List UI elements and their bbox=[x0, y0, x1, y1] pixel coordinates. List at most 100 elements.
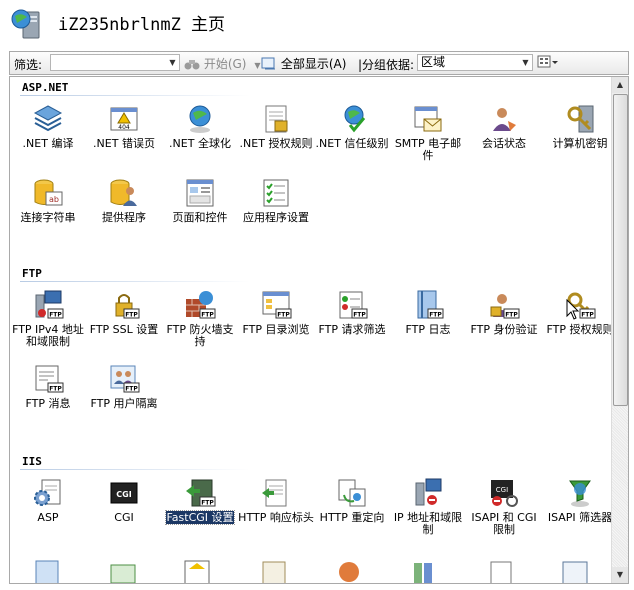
mouse-cursor-icon bbox=[566, 299, 580, 320]
feature-tile-ftp-logging[interactable]: FTP FTP 日志 bbox=[390, 289, 466, 359]
partial-row-icon bbox=[414, 563, 432, 583]
scrollbar-track[interactable] bbox=[612, 407, 628, 567]
section-divider bbox=[20, 281, 250, 282]
feature-tile-ftp-firewall[interactable]: FTP FTP 防火墙支持 bbox=[162, 289, 238, 359]
feature-label: 会话状态 bbox=[466, 138, 542, 150]
feature-tile-dotnet-authorization-rules[interactable]: .NET 授权规则 bbox=[238, 103, 314, 173]
feature-tile-ftp-authentication[interactable]: FTP FTP 身份验证 bbox=[466, 289, 542, 359]
svg-text:CGI: CGI bbox=[116, 490, 131, 499]
section-title-iis: IIS bbox=[22, 455, 42, 468]
feature-label-text: ISAPI 筛选器 bbox=[547, 511, 613, 524]
feature-label: .NET 错误页 bbox=[86, 138, 162, 150]
ftp-authentication-icon: FTP bbox=[490, 294, 520, 319]
feature-tile-smtp-email[interactable]: SMTP 电子邮件 bbox=[390, 103, 466, 173]
feature-tile-cgi[interactable]: CGI CGI bbox=[86, 477, 162, 547]
feature-tile-application-settings[interactable]: 应用程序设置 bbox=[238, 177, 314, 247]
application-settings-icon bbox=[263, 179, 289, 207]
feature-label: .NET 授权规则 bbox=[238, 138, 314, 150]
feature-tile-dotnet-trust-levels[interactable]: .NET 信任级别 bbox=[314, 103, 390, 173]
svg-text:FTP: FTP bbox=[201, 312, 214, 319]
feature-label: ISAPI 筛选器 bbox=[542, 512, 618, 524]
feature-label: .NET 信任级别 bbox=[314, 138, 390, 150]
partial-row-icon bbox=[490, 561, 512, 583]
feature-label-text: HTTP 响应标头 bbox=[238, 511, 314, 524]
feature-label-text: .NET 全球化 bbox=[169, 137, 231, 150]
feature-tile-http-response-headers[interactable]: HTTP 响应标头 bbox=[238, 477, 314, 547]
feature-tile-session-state[interactable]: 会话状态 bbox=[466, 103, 542, 173]
feature-label-text: .NET 错误页 bbox=[93, 137, 155, 150]
feature-label-text: FTP 目录浏览 bbox=[242, 323, 310, 336]
start-filter-button[interactable]: 开始(G) ▼ bbox=[184, 55, 260, 72]
partial-row-icon bbox=[184, 560, 210, 583]
chevron-down-icon[interactable]: ▼ bbox=[519, 55, 532, 70]
feature-label: FTP 日志 bbox=[390, 324, 466, 336]
dotnet-compilation-icon bbox=[33, 105, 63, 132]
feature-tile-ftp-messages[interactable]: FTP FTP 消息 bbox=[10, 363, 86, 433]
connection-strings-icon: ab bbox=[34, 179, 63, 206]
feature-tile-asp[interactable]: ASP bbox=[10, 477, 86, 547]
svg-text:404: 404 bbox=[118, 124, 130, 131]
feature-tile-ftp-ssl[interactable]: FTP FTP SSL 设置 bbox=[86, 289, 162, 359]
filter-input[interactable]: ▼ bbox=[50, 54, 180, 71]
feature-tile-ip-domain-restrictions[interactable]: IP 地址和域限制 bbox=[390, 477, 466, 547]
feature-tile-connection-strings[interactable]: ab 连接字符串 bbox=[10, 177, 86, 247]
start-filter-label: 开始(G) bbox=[203, 57, 247, 71]
ip-domain-restrictions-icon bbox=[415, 478, 442, 506]
group-by-select[interactable]: 区域 ▼ bbox=[417, 54, 533, 71]
ftp-directory-browsing-icon: FTP bbox=[262, 291, 292, 319]
feature-label-text: FTP 身份验证 bbox=[470, 323, 538, 336]
feature-tile-ftp-authorization[interactable]: FTP FTP 授权规则 bbox=[542, 289, 618, 359]
feature-tile-dotnet-compilation[interactable]: .NET 编译 bbox=[10, 103, 86, 173]
chevron-down-icon[interactable]: ▼ bbox=[166, 55, 179, 70]
dotnet-globalization-icon bbox=[189, 105, 211, 133]
page-header: iZ235nbrlnmZ 主页 bbox=[0, 0, 634, 48]
scroll-up-icon[interactable]: ▲ bbox=[612, 77, 628, 93]
features-view[interactable]: ASP.NET FTP IIS .NET 编译 404 .NET 错误页 .NET 全… bbox=[9, 76, 629, 584]
feature-tile-fastcgi[interactable]: FTP FastCGI 设置 bbox=[162, 477, 238, 547]
feature-label-text: FTP 用户隔离 bbox=[90, 397, 158, 410]
feature-label: 提供程序 bbox=[86, 212, 162, 224]
feature-tile-isapi-cgi-restrictions[interactable]: CGI ISAPI 和 CGI 限制 bbox=[466, 477, 542, 547]
feature-label: 页面和控件 bbox=[162, 212, 238, 224]
smtp-email-icon bbox=[414, 106, 442, 132]
svg-text:FTP: FTP bbox=[125, 386, 138, 393]
vertical-scrollbar[interactable]: ▲ ▼ bbox=[611, 77, 628, 583]
partial-row-icon bbox=[562, 561, 588, 583]
feature-label-text: FTP 防火墙支持 bbox=[166, 323, 234, 348]
feature-tile-dotnet-error-pages[interactable]: 404 .NET 错误页 bbox=[86, 103, 162, 173]
feature-tile-machine-key[interactable]: 计算机密钥 bbox=[542, 103, 618, 173]
feature-label-text: HTTP 重定向 bbox=[319, 511, 385, 524]
feature-label-text: 提供程序 bbox=[102, 211, 146, 224]
isapi-cgi-restrictions-icon: CGI bbox=[491, 480, 518, 507]
ftp-ssl-icon: FTP bbox=[115, 294, 140, 319]
feature-tile-providers[interactable]: 提供程序 bbox=[86, 177, 162, 247]
feature-tile-ftp-user-isolation[interactable]: FTP FTP 用户隔离 bbox=[86, 363, 162, 433]
start-dropdown-icon[interactable]: ▼ bbox=[254, 61, 260, 70]
show-all-icon bbox=[261, 57, 275, 70]
feature-tile-isapi-filters[interactable]: ISAPI 筛选器 bbox=[542, 477, 618, 547]
feature-label: 应用程序设置 bbox=[238, 212, 314, 224]
scrollbar-thumb[interactable] bbox=[613, 94, 628, 406]
feature-tile-http-redirect[interactable]: HTTP 重定向 bbox=[314, 477, 390, 547]
feature-label: IP 地址和域限制 bbox=[390, 512, 466, 536]
group-by-value: 区域 bbox=[421, 55, 446, 69]
feature-tile-dotnet-globalization[interactable]: .NET 全球化 bbox=[162, 103, 238, 173]
server-globe-icon bbox=[11, 9, 40, 39]
feature-label-text: SMTP 电子邮件 bbox=[394, 137, 462, 162]
feature-label-text: ASP bbox=[37, 511, 59, 524]
feature-label-text: 计算机密钥 bbox=[552, 137, 608, 150]
feature-label: HTTP 重定向 bbox=[314, 512, 390, 524]
feature-tile-ftp-directory-browsing[interactable]: FTP FTP 目录浏览 bbox=[238, 289, 314, 359]
feature-label-text: FTP SSL 设置 bbox=[89, 323, 159, 336]
scroll-down-icon[interactable]: ▼ bbox=[612, 567, 628, 583]
show-all-button[interactable]: 全部显示(A) bbox=[261, 55, 346, 72]
feature-label-text: FastCGI 设置 bbox=[165, 510, 235, 525]
section-title-aspnet: ASP.NET bbox=[22, 81, 69, 94]
feature-tile-ftp-request-filtering[interactable]: FTP FTP 请求筛选 bbox=[314, 289, 390, 359]
ftp-ip-restrictions-icon: FTP bbox=[35, 290, 64, 319]
svg-text:FTP: FTP bbox=[353, 312, 366, 319]
feature-tile-pages-controls[interactable]: 页面和控件 bbox=[162, 177, 238, 247]
feature-tile-ftp-ip-restrictions[interactable]: FTP FTP IPv4 地址和域限制 bbox=[10, 289, 86, 359]
feature-label: FTP 消息 bbox=[10, 398, 86, 410]
view-mode-button[interactable] bbox=[537, 55, 559, 72]
